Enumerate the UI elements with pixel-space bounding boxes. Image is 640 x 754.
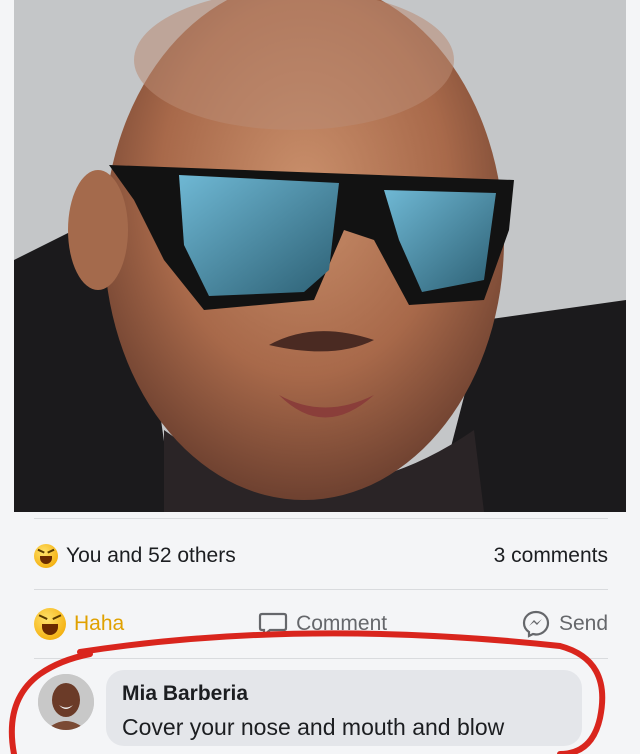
haha-label: Haha	[74, 612, 125, 635]
haha-emoji-icon	[34, 608, 66, 640]
send-button[interactable]: Send	[521, 609, 608, 639]
post-photo[interactable]	[14, 0, 626, 512]
messenger-icon	[522, 610, 550, 638]
post-card: You and 52 others 3 comments Haha Commen…	[0, 0, 640, 754]
reactions-summary-text: You and 52 others	[66, 544, 236, 567]
avatar-image	[38, 674, 94, 730]
haha-emoji-icon	[34, 544, 58, 568]
post-photo-drawing	[14, 0, 626, 512]
comment-bubble[interactable]: Mia Barberia Cover your nose and mouth a…	[106, 670, 582, 746]
comment-author[interactable]: Mia Barberia	[122, 682, 248, 706]
comment-label: Comment	[296, 612, 388, 635]
comment: Mia Barberia Cover your nose and mouth a…	[38, 668, 608, 748]
haha-button[interactable]: Haha	[34, 608, 124, 640]
divider	[34, 518, 608, 519]
send-label: Send	[558, 612, 608, 635]
divider	[34, 589, 608, 590]
reactions-summary[interactable]: You and 52 others	[34, 544, 236, 568]
reactions-bar: You and 52 others 3 comments	[34, 538, 608, 574]
comment-icon	[258, 612, 288, 638]
avatar[interactable]	[38, 674, 94, 730]
divider	[34, 658, 608, 659]
comments-count[interactable]: 3 comments	[494, 544, 608, 568]
comment-text: Cover your nose and mouth and blow	[122, 714, 505, 740]
post-actions: Haha Comment Send	[34, 604, 608, 644]
comment-button[interactable]: Comment	[258, 610, 387, 638]
